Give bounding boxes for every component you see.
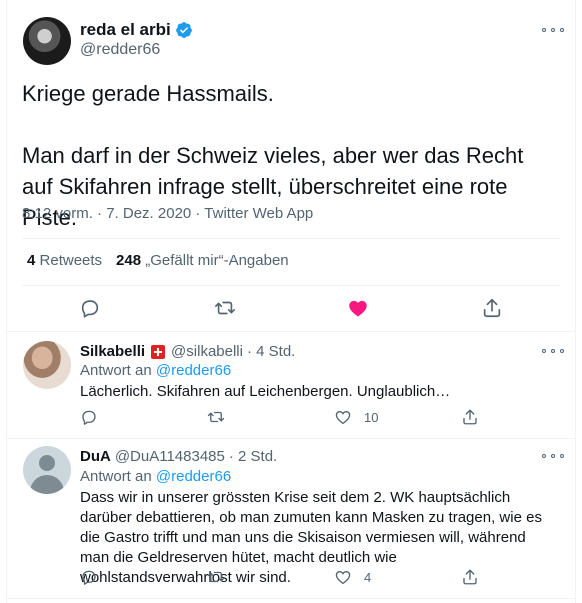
reply-author-name[interactable]: Silkabelli (80, 343, 145, 360)
default-avatar-head (39, 455, 55, 471)
share-icon[interactable] (481, 297, 503, 319)
reply-to-prefix: Antwort an (80, 362, 152, 379)
divider (22, 285, 560, 286)
reply-text: Lächerlich. Skifahren auf Leichenbergen.… (80, 383, 451, 400)
share-icon (461, 568, 479, 586)
avatar[interactable] (23, 446, 71, 494)
reply-author-handle[interactable]: @silkabelli (171, 343, 243, 360)
reply-author-name[interactable]: DuA (80, 448, 111, 465)
reply-icon (80, 568, 98, 586)
share-button[interactable] (461, 408, 582, 426)
divider (6, 331, 576, 332)
verified-badge-icon (175, 21, 193, 39)
like-count: 10 (364, 409, 379, 425)
reply-to-line: Antwort an @redder66 (80, 362, 231, 379)
like-icon (334, 408, 352, 426)
tweet-stats: 4 Retweets 248 „Gefällt mir“-Angaben (27, 252, 289, 269)
reply-button[interactable] (80, 408, 207, 426)
reply-actions: 10 (80, 408, 582, 426)
reply-timestamp[interactable]: · 2 Std. (229, 448, 277, 465)
retweet-icon[interactable] (214, 297, 236, 319)
more-options-icon[interactable] (542, 346, 564, 356)
divider (6, 438, 576, 439)
like-button[interactable]: 4 (334, 568, 461, 586)
retweets-stat[interactable]: 4 Retweets (27, 252, 102, 269)
like-button[interactable]: 10 (334, 408, 461, 426)
reply-icon (80, 408, 98, 426)
retweet-button[interactable] (207, 408, 334, 426)
avatar[interactable] (23, 17, 71, 65)
like-icon[interactable] (347, 297, 369, 319)
retweet-icon (207, 568, 225, 586)
author-name-label: reda el arbi (80, 20, 171, 39)
reply-icon[interactable] (79, 297, 101, 319)
more-options-icon[interactable] (542, 25, 564, 35)
reply-author-handle[interactable]: @DuA11483485 (115, 448, 225, 465)
default-avatar-body (30, 475, 64, 494)
divider (6, 598, 576, 599)
divider (22, 238, 560, 239)
share-button[interactable] (461, 568, 582, 586)
tweet-timestamp[interactable]: 8:12 vorm. · 7. Dez. 2020 · Twitter Web … (22, 205, 313, 222)
retweet-button[interactable] (207, 568, 334, 586)
tweet-text-line: Kriege gerade Hassmails. (22, 81, 274, 106)
likes-stat[interactable]: 248 „Gefällt mir“-Angaben (116, 252, 289, 269)
reply-header: Silkabelli @silkabelli · 4 Std. (80, 343, 295, 360)
avatar[interactable] (23, 341, 71, 389)
reply-header: DuA @DuA11483485 · 2 Std. (80, 448, 277, 465)
reply-to-line: Antwort an @redder66 (80, 468, 231, 485)
likes-label: „Gefällt mir“-Angaben (145, 252, 289, 269)
swiss-flag-icon (151, 344, 166, 359)
reply-button[interactable] (80, 568, 207, 586)
author-handle[interactable]: @redder66 (80, 41, 160, 59)
more-options-icon[interactable] (542, 451, 564, 461)
reply-actions: 4 (80, 568, 582, 586)
author-name[interactable]: reda el arbi (80, 20, 193, 40)
retweets-label: Retweets (39, 252, 103, 269)
reply-to-prefix: Antwort an (80, 468, 152, 485)
share-icon (461, 408, 479, 426)
like-count: 4 (364, 569, 372, 585)
like-icon (334, 568, 352, 586)
likes-count: 248 (116, 252, 142, 269)
retweets-count: 4 (27, 252, 36, 269)
retweet-icon (207, 408, 225, 426)
reply-timestamp[interactable]: · 4 Std. (247, 343, 295, 360)
reply-to-handle-link[interactable]: @redder66 (156, 362, 231, 379)
reply-to-handle-link[interactable]: @redder66 (156, 468, 231, 485)
